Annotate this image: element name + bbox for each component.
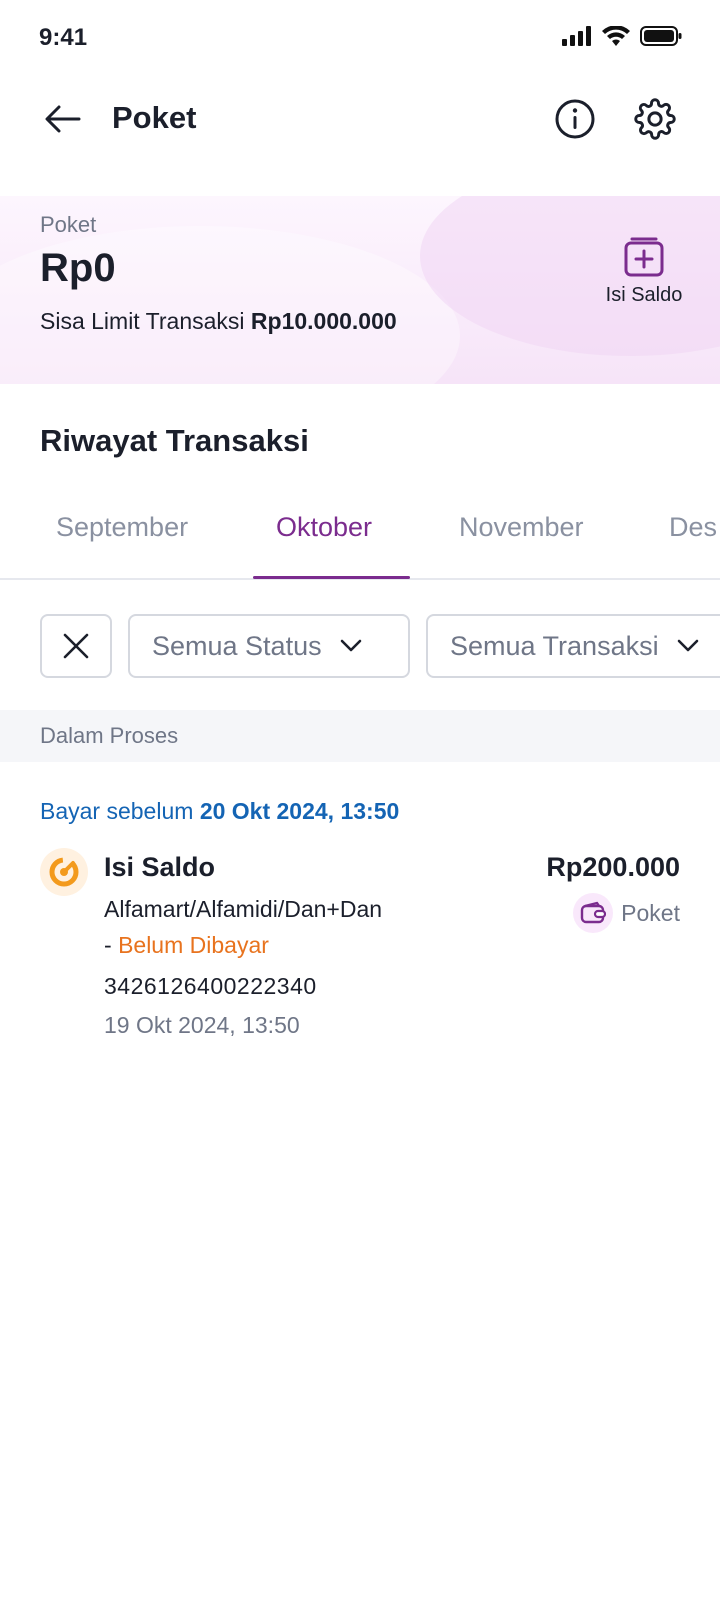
status-time: 9:41	[39, 24, 88, 51]
merchant-logo-icon	[40, 848, 88, 896]
payment-deadline: Bayar sebelum 20 Okt 2024, 13:50	[40, 798, 399, 825]
store-logo-icon	[49, 857, 79, 887]
deadline-date: 20 Okt 2024, 13:50	[199, 798, 400, 824]
transaction-status-row: - Belum Dibayar	[104, 932, 269, 959]
settings-button[interactable]	[632, 96, 678, 142]
info-button[interactable]	[552, 96, 598, 142]
info-icon	[555, 99, 595, 139]
transaction-date: 19 Okt 2024, 13:50	[104, 1012, 300, 1038]
limit-value: Rp10.000.000	[250, 308, 397, 334]
transaction-limit: Sisa Limit Transaksi Rp10.000.000	[40, 308, 397, 335]
group-label: Dalam Proses	[40, 723, 179, 748]
status-prefix: -	[104, 932, 119, 958]
group-header: Dalam Proses	[0, 710, 720, 762]
tab-desember[interactable]: Des	[669, 512, 717, 543]
topup-button[interactable]: Isi Saldo	[596, 236, 692, 322]
status-badge: Belum Dibayar	[118, 932, 269, 958]
arrow-left-icon	[45, 105, 81, 133]
battery-icon	[640, 26, 682, 46]
add-box-icon	[624, 237, 664, 277]
chevron-down-icon	[677, 639, 698, 652]
transaction-merchant: Alfamart/Alfamidi/Dan+Dan	[104, 896, 383, 922]
payment-source: Poket	[573, 893, 680, 933]
section-title: Riwayat Transaksi	[40, 423, 309, 458]
balance-card: Poket Rp0 Sisa Limit Transaksi Rp10.000.…	[0, 196, 720, 384]
wallet-icon	[573, 893, 614, 933]
gear-icon	[634, 98, 676, 140]
balance-label: Poket	[40, 212, 97, 237]
transaction-amount: Rp200.000	[546, 852, 680, 882]
wifi-icon	[602, 26, 630, 46]
topup-label: Isi Saldo	[605, 284, 683, 306]
limit-prefix: Sisa Limit Transaksi	[40, 308, 251, 334]
clear-filter-button[interactable]	[40, 614, 112, 678]
status-filter-dropdown[interactable]: Semua Status	[128, 614, 410, 678]
balance-amount: Rp0	[40, 246, 116, 290]
wallet-label: Poket	[621, 899, 680, 926]
transaction-reference: 3426126400222340	[104, 973, 317, 999]
tab-oktober[interactable]: Oktober	[276, 512, 372, 543]
deadline-prefix: Bayar sebelum	[40, 798, 200, 824]
active-tab-indicator	[253, 576, 410, 579]
tab-september[interactable]: September	[56, 512, 188, 543]
signal-icon	[562, 26, 591, 46]
transaction-type-dropdown[interactable]: Semua Transaksi	[426, 614, 720, 678]
status-filter-label: Semua Status	[152, 630, 322, 661]
type-filter-label: Semua Transaksi	[450, 630, 659, 661]
month-tabs: September Oktober November Des	[0, 496, 720, 580]
transaction-title[interactable]: Isi Saldo	[104, 852, 215, 883]
close-icon	[63, 633, 89, 659]
chevron-down-icon	[340, 639, 361, 652]
status-icons	[562, 26, 682, 46]
tab-november[interactable]: November	[459, 512, 584, 543]
page-title: Poket	[112, 100, 197, 135]
back-button[interactable]	[40, 96, 86, 142]
